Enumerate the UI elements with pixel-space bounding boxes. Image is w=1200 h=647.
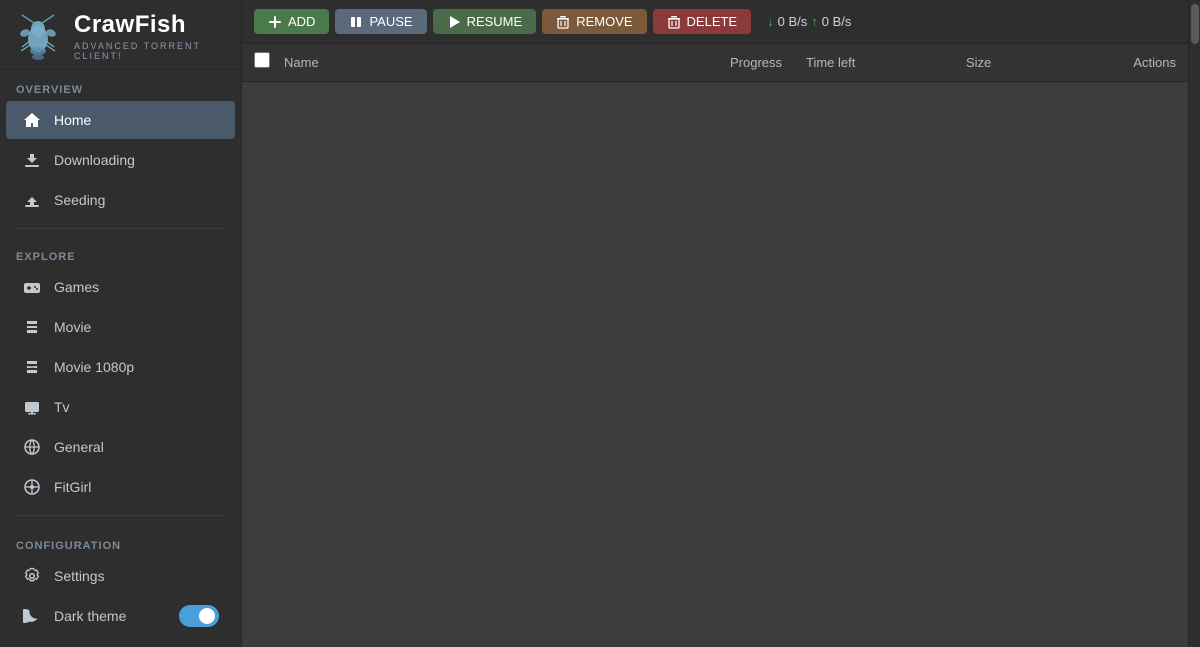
sidebar-item-seeding[interactable]: Seeding (6, 181, 235, 219)
dark-theme-toggle[interactable] (179, 605, 219, 627)
delete-button-label: DELETE (687, 14, 738, 29)
sidebar-item-games-label: Games (54, 279, 99, 295)
sidebar-item-settings[interactable]: Settings (6, 557, 235, 595)
overview-label: Overview (0, 70, 241, 100)
pause-icon (349, 15, 363, 29)
sidebar-item-seeding-label: Seeding (54, 192, 105, 208)
movie-icon (22, 317, 42, 337)
sidebar: CrawFish ADVANCED TORRENT CLIENT! Overvi… (0, 0, 242, 647)
sidebar-item-darktheme-label: Dark theme (54, 608, 126, 624)
speed-indicator: ↓ 0 B/s ↑ 0 B/s (767, 14, 851, 29)
column-timeleft: Time left (806, 55, 966, 70)
explore-label: Explore (0, 237, 241, 267)
main-content: ADD PAUSE RESUME REMOVE (242, 0, 1188, 647)
toggle-slider (179, 605, 219, 627)
sidebar-item-general-label: General (54, 439, 104, 455)
sidebar-item-movie1080p[interactable]: HD Movie 1080p (6, 348, 235, 386)
pause-button-label: PAUSE (369, 14, 412, 29)
sidebar-item-games[interactable]: Games (6, 268, 235, 306)
select-all-checkbox[interactable] (254, 52, 270, 68)
table-body (242, 82, 1188, 647)
column-progress: Progress (706, 55, 806, 70)
configuration-label: Configuration (0, 526, 241, 556)
sidebar-divider-2 (16, 515, 225, 516)
sidebar-item-movie[interactable]: Movie (6, 308, 235, 346)
sidebar-item-tv-label: Tv (54, 399, 70, 415)
logo-icon (12, 11, 64, 63)
resume-button[interactable]: RESUME (433, 9, 537, 34)
right-scrollbar[interactable] (1188, 0, 1200, 647)
upload-icon (22, 190, 42, 210)
settings-icon (22, 566, 42, 586)
scrollbar-thumb[interactable] (1191, 4, 1199, 44)
home-icon (22, 110, 42, 130)
logo-text-block: CrawFish ADVANCED TORRENT CLIENT! (74, 12, 229, 60)
column-name: Name (284, 55, 706, 70)
select-all-checkbox-container[interactable] (254, 52, 284, 73)
sidebar-item-darktheme[interactable]: Dark theme (6, 596, 235, 636)
remove-button[interactable]: REMOVE (542, 9, 646, 34)
sidebar-item-settings-label: Settings (54, 568, 105, 584)
add-button[interactable]: ADD (254, 9, 329, 34)
movie-hd-icon: HD (22, 357, 42, 377)
fitgirl-icon (22, 477, 42, 497)
remove-icon (556, 15, 570, 29)
svg-text:HD: HD (29, 364, 35, 369)
table-header: Name Progress Time left Size Actions (242, 44, 1188, 82)
sidebar-item-movie-label: Movie (54, 319, 91, 335)
add-icon (268, 15, 282, 29)
column-actions: Actions (1086, 55, 1176, 70)
sidebar-divider-1 (16, 228, 225, 229)
tv-icon (22, 397, 42, 417)
sidebar-item-home-label: Home (54, 112, 91, 128)
speed-up-icon: ↑ (811, 14, 818, 29)
resume-button-label: RESUME (467, 14, 523, 29)
app-subtitle: ADVANCED TORRENT CLIENT! (74, 41, 229, 61)
delete-button[interactable]: DELETE (653, 9, 752, 34)
column-size: Size (966, 55, 1086, 70)
download-icon (22, 150, 42, 170)
remove-button-label: REMOVE (576, 14, 632, 29)
sidebar-item-general[interactable]: General (6, 428, 235, 466)
resume-icon (447, 15, 461, 29)
speed-up-value: 0 B/s (822, 14, 852, 29)
sidebar-item-downloading-label: Downloading (54, 152, 135, 168)
sidebar-item-downloading[interactable]: Downloading (6, 141, 235, 179)
general-icon (22, 437, 42, 457)
app-title: CrawFish (74, 12, 229, 38)
delete-icon (667, 15, 681, 29)
speed-down-icon: ↓ (767, 14, 774, 29)
sidebar-item-fitgirl-label: FitGirl (54, 479, 91, 495)
moon-icon (22, 606, 42, 626)
sidebar-item-fitgirl[interactable]: FitGirl (6, 468, 235, 506)
toolbar: ADD PAUSE RESUME REMOVE (242, 0, 1188, 44)
speed-down-value: 0 B/s (778, 14, 808, 29)
pause-button[interactable]: PAUSE (335, 9, 426, 34)
sidebar-item-tv[interactable]: Tv (6, 388, 235, 426)
sidebar-config: Configuration Settings Dark theme (0, 526, 241, 647)
sidebar-item-movie1080p-label: Movie 1080p (54, 359, 134, 375)
add-button-label: ADD (288, 14, 315, 29)
logo-area: CrawFish ADVANCED TORRENT CLIENT! (0, 0, 241, 70)
games-icon (22, 277, 42, 297)
sidebar-item-home[interactable]: Home (6, 101, 235, 139)
